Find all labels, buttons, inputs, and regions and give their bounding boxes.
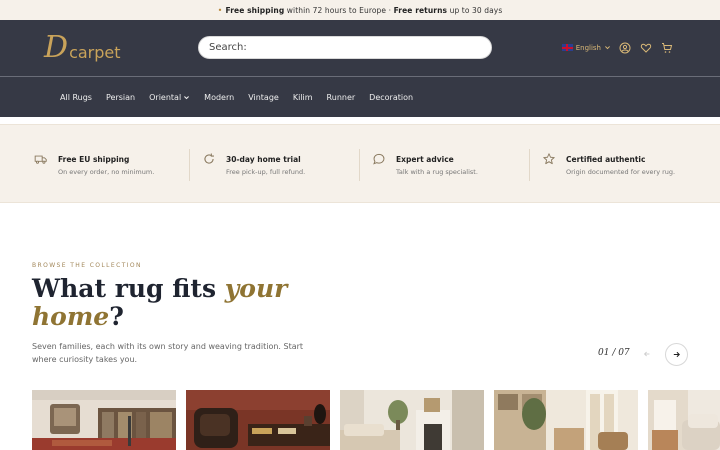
star-icon [543,153,555,165]
user-icon[interactable] [618,41,632,55]
main-nav: All Rugs Persian Oriental Modern Vintage… [0,77,720,117]
feature-title: Expert advice [396,155,454,164]
nav-item-oriental[interactable]: Oriental [149,93,190,102]
arrow-left-icon [643,351,650,357]
free-returns-bold: Free returns [393,5,448,15]
feature-subtitle: Origin documented for every rug. [566,168,676,176]
room-photo [340,390,484,450]
nav-item-decoration[interactable]: Decoration [369,93,413,102]
feature-title: 30-day home trial [226,155,301,164]
feature-divider [529,149,530,181]
section-eyebrow: BROWSE THE COLLECTION [32,262,142,269]
language-selector[interactable]: English [561,43,611,52]
nav-item-oriental-label: Oriental [149,92,182,102]
collection-card-image[interactable] [186,390,330,450]
carousel-prev-button[interactable] [640,347,654,361]
feature-subtitle: On every order, no minimum. [58,168,155,176]
headline-part1: What rug fits [32,274,225,303]
announcement-bar: • Free shipping within 72 hours to Europ… [0,0,720,20]
heart-icon[interactable] [639,41,653,55]
collection-card-image[interactable] [340,390,484,450]
feature-certified: Certified authentic Origin documented fo… [542,147,702,183]
language-label: English [575,43,601,52]
logo-word: carpet [69,42,121,62]
feature-divider [189,149,190,181]
bullet-icon: • [217,5,223,15]
feature-divider [359,149,360,181]
feature-home-trial: 30-day home trial Free pick-up, full ref… [202,147,362,183]
free-shipping-text: within 72 hours to Europe · [284,5,394,15]
nav-item-all-rugs[interactable]: All Rugs [60,93,92,102]
nav-item-vintage[interactable]: Vintage [248,93,279,102]
feature-expert-advice: Expert advice Talk with a rug specialist… [372,147,532,183]
arrow-right-icon [673,351,680,358]
room-photo [648,390,720,450]
header-actions: English [561,40,674,55]
logo[interactable]: D carpet [44,32,121,64]
free-returns-text: up to 30 days [447,5,503,15]
features-strip: Free EU shipping On every order, no mini… [0,124,720,203]
feature-subtitle: Talk with a rug specialist. [396,168,478,176]
headline-part2: ? [109,302,124,331]
search-input[interactable] [198,36,492,59]
carousel-pager: 01 / 07 [598,348,630,358]
feature-subtitle: Free pick-up, full refund. [226,168,306,176]
nav-item-modern[interactable]: Modern [204,93,234,102]
room-photo [494,390,638,450]
room-photo [32,390,176,450]
collection-card-image[interactable] [32,390,176,450]
section-headline: What rug fits your home? [32,275,352,331]
carousel-next-button[interactable] [665,343,688,366]
feature-title: Free EU shipping [58,155,130,164]
nav-item-kilim[interactable]: Kilim [293,93,313,102]
cart-icon[interactable] [660,41,674,55]
nav-item-runner[interactable]: Runner [327,93,356,102]
free-shipping-bold: Free shipping [225,5,285,15]
chat-icon [373,153,385,165]
logo-initial: D [44,30,69,65]
room-photo [186,390,330,450]
feature-title: Certified authentic [566,155,646,164]
nav-item-persian[interactable]: Persian [106,93,135,102]
chevron-down-icon [184,95,190,99]
collection-card-image[interactable] [648,390,720,450]
refresh-icon [204,153,214,164]
section-description: Seven families, each with its own story … [32,342,304,364]
truck-icon [34,155,47,164]
collection-card-image[interactable] [494,390,638,450]
flag-uk-icon [561,44,573,51]
feature-shipping: Free EU shipping On every order, no mini… [34,147,194,183]
chevron-down-icon [605,46,610,50]
